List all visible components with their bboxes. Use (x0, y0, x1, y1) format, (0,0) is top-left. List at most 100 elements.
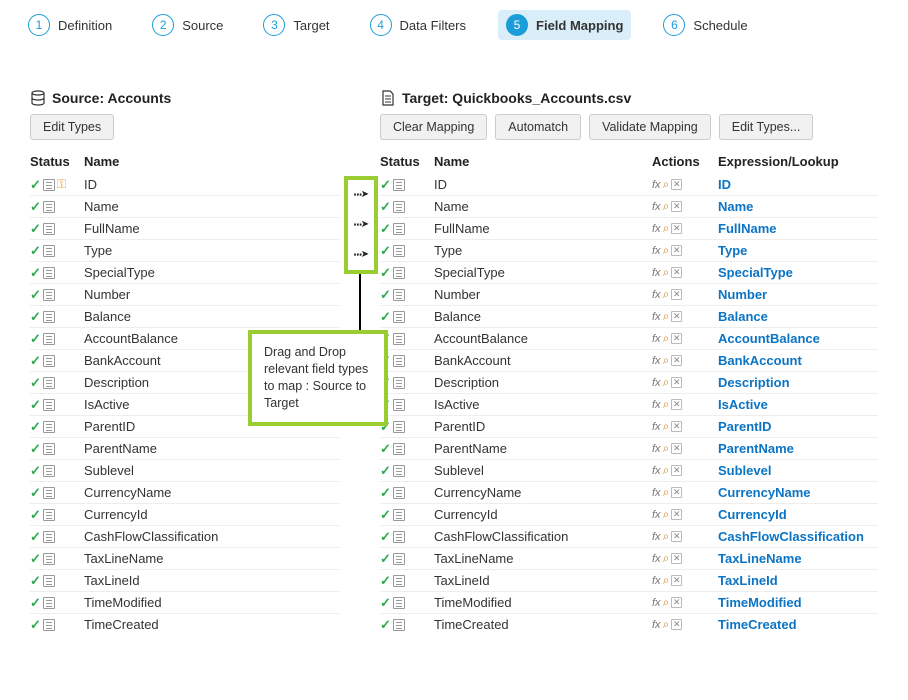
source-field-row[interactable]: ✓Sublevel (30, 459, 340, 481)
clear-action-icon[interactable]: ✕ (671, 575, 682, 586)
lookup-action-icon[interactable]: ⌕ (663, 507, 670, 522)
fx-action-icon[interactable]: fx (652, 179, 661, 191)
source-field-row[interactable]: ✓ParentName (30, 437, 340, 459)
fx-action-icon[interactable]: fx (652, 575, 661, 587)
target-field-row[interactable]: ✓ParentIDfx⌕✕ParentID (380, 415, 878, 437)
source-field-row[interactable]: ✓TimeModified (30, 591, 340, 613)
clear-action-icon[interactable]: ✕ (671, 399, 682, 410)
clear-action-icon[interactable]: ✕ (671, 619, 682, 630)
source-field-row[interactable]: ✓TimeCreated (30, 613, 340, 635)
target-field-row[interactable]: ✓TimeModifiedfx⌕✕TimeModified (380, 591, 878, 613)
fx-action-icon[interactable]: fx (652, 311, 661, 323)
clear-action-icon[interactable]: ✕ (671, 333, 682, 344)
clear-action-icon[interactable]: ✕ (671, 531, 682, 542)
lookup-action-icon[interactable]: ⌕ (663, 441, 670, 456)
lookup-action-icon[interactable]: ⌕ (663, 243, 670, 258)
fx-action-icon[interactable]: fx (652, 223, 661, 235)
target-field-row[interactable]: ✓IsActivefx⌕✕IsActive (380, 393, 878, 415)
target-field-row[interactable]: ✓TaxLineIdfx⌕✕TaxLineId (380, 569, 878, 591)
source-field-row[interactable]: ✓CurrencyName (30, 481, 340, 503)
target-field-row[interactable]: ✓FullNamefx⌕✕FullName (380, 217, 878, 239)
clear-action-icon[interactable]: ✕ (671, 443, 682, 454)
target-field-row[interactable]: ✓Namefx⌕✕Name (380, 195, 878, 217)
expression-link[interactable]: Number (718, 287, 767, 302)
fx-action-icon[interactable]: fx (652, 245, 661, 257)
fx-action-icon[interactable]: fx (652, 487, 661, 499)
lookup-action-icon[interactable]: ⌕ (663, 221, 670, 236)
source-field-row[interactable]: ✓Number (30, 283, 340, 305)
wizard-step-field-mapping[interactable]: 5Field Mapping (498, 10, 631, 40)
expression-link[interactable]: IsActive (718, 397, 768, 412)
wizard-step-source[interactable]: 2Source (144, 10, 231, 40)
clear-action-icon[interactable]: ✕ (671, 597, 682, 608)
target-field-row[interactable]: ✓IDfx⌕✕ID (380, 174, 878, 195)
fx-action-icon[interactable]: fx (652, 289, 661, 301)
expression-link[interactable]: ParentID (718, 419, 771, 434)
expression-link[interactable]: Balance (718, 309, 768, 324)
target-field-row[interactable]: ✓CashFlowClassificationfx⌕✕CashFlowClass… (380, 525, 878, 547)
expression-link[interactable]: Name (718, 199, 753, 214)
lookup-action-icon[interactable]: ⌕ (663, 331, 670, 346)
lookup-action-icon[interactable]: ⌕ (663, 463, 670, 478)
lookup-action-icon[interactable]: ⌕ (663, 617, 670, 632)
source-field-row[interactable]: ✓Type (30, 239, 340, 261)
fx-action-icon[interactable]: fx (652, 509, 661, 521)
target-field-row[interactable]: ✓TimeCreatedfx⌕✕TimeCreated (380, 613, 878, 635)
source-field-row[interactable]: ✓TaxLineName (30, 547, 340, 569)
lookup-action-icon[interactable]: ⌕ (663, 573, 670, 588)
validate-mapping-button[interactable]: Validate Mapping (589, 114, 711, 140)
source-field-row[interactable]: ✓CashFlowClassification (30, 525, 340, 547)
clear-action-icon[interactable]: ✕ (671, 223, 682, 234)
fx-action-icon[interactable]: fx (652, 201, 661, 213)
lookup-action-icon[interactable]: ⌕ (663, 419, 670, 434)
fx-action-icon[interactable]: fx (652, 443, 661, 455)
expression-link[interactable]: CashFlowClassification (718, 529, 864, 544)
clear-action-icon[interactable]: ✕ (671, 355, 682, 366)
clear-action-icon[interactable]: ✕ (671, 179, 682, 190)
clear-action-icon[interactable]: ✕ (671, 201, 682, 212)
edit-types-target-button[interactable]: Edit Types... (719, 114, 814, 140)
expression-link[interactable]: AccountBalance (718, 331, 820, 346)
target-field-row[interactable]: ✓SpecialTypefx⌕✕SpecialType (380, 261, 878, 283)
source-field-row[interactable]: ✓TaxLineId (30, 569, 340, 591)
expression-link[interactable]: TaxLineId (718, 573, 778, 588)
target-field-row[interactable]: ✓Balancefx⌕✕Balance (380, 305, 878, 327)
lookup-action-icon[interactable]: ⌕ (663, 287, 670, 302)
clear-action-icon[interactable]: ✕ (671, 245, 682, 256)
wizard-step-schedule[interactable]: 6Schedule (655, 10, 755, 40)
fx-action-icon[interactable]: fx (652, 267, 661, 279)
lookup-action-icon[interactable]: ⌕ (663, 529, 670, 544)
lookup-action-icon[interactable]: ⌕ (663, 199, 670, 214)
target-field-row[interactable]: ✓TaxLineNamefx⌕✕TaxLineName (380, 547, 878, 569)
target-field-row[interactable]: ✓CurrencyNamefx⌕✕CurrencyName (380, 481, 878, 503)
expression-link[interactable]: TaxLineName (718, 551, 802, 566)
target-field-row[interactable]: ✓Sublevelfx⌕✕Sublevel (380, 459, 878, 481)
lookup-action-icon[interactable]: ⌕ (663, 375, 670, 390)
clear-action-icon[interactable]: ✕ (671, 311, 682, 322)
wizard-step-target[interactable]: 3Target (255, 10, 337, 40)
source-field-row[interactable]: ✓SpecialType (30, 261, 340, 283)
fx-action-icon[interactable]: fx (652, 465, 661, 477)
expression-link[interactable]: Sublevel (718, 463, 771, 478)
expression-link[interactable]: BankAccount (718, 353, 802, 368)
automatch-button[interactable]: Automatch (495, 114, 581, 140)
expression-link[interactable]: ParentName (718, 441, 794, 456)
lookup-action-icon[interactable]: ⌕ (663, 177, 670, 192)
target-field-row[interactable]: ✓CurrencyIdfx⌕✕CurrencyId (380, 503, 878, 525)
fx-action-icon[interactable]: fx (652, 553, 661, 565)
fx-action-icon[interactable]: fx (652, 355, 661, 367)
fx-action-icon[interactable]: fx (652, 333, 661, 345)
lookup-action-icon[interactable]: ⌕ (663, 485, 670, 500)
lookup-action-icon[interactable]: ⌕ (663, 265, 670, 280)
wizard-step-definition[interactable]: 1Definition (20, 10, 120, 40)
clear-action-icon[interactable]: ✕ (671, 509, 682, 520)
expression-link[interactable]: CurrencyName (718, 485, 811, 500)
target-field-row[interactable]: ✓Numberfx⌕✕Number (380, 283, 878, 305)
lookup-action-icon[interactable]: ⌕ (663, 595, 670, 610)
target-field-row[interactable]: ✓BankAccountfx⌕✕BankAccount (380, 349, 878, 371)
expression-link[interactable]: TimeCreated (718, 617, 797, 632)
fx-action-icon[interactable]: fx (652, 399, 661, 411)
expression-link[interactable]: Description (718, 375, 790, 390)
fx-action-icon[interactable]: fx (652, 597, 661, 609)
target-field-row[interactable]: ✓ParentNamefx⌕✕ParentName (380, 437, 878, 459)
